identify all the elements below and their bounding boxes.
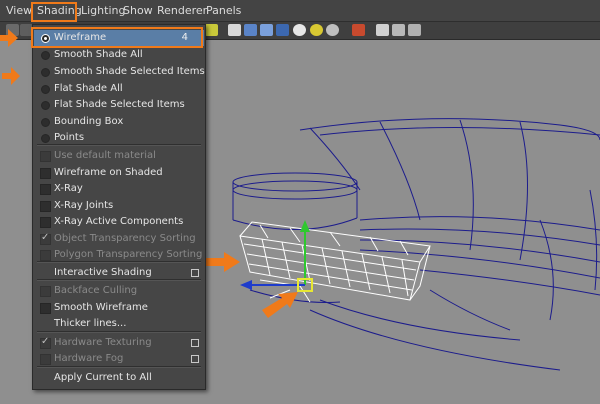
checkbox-indicator bbox=[40, 168, 51, 179]
menu-item-smooth-shade-selected[interactable]: Smooth Shade Selected Items bbox=[34, 64, 205, 80]
isolate-select-icon[interactable] bbox=[352, 24, 365, 36]
checkbox-indicator bbox=[40, 336, 51, 349]
checkbox-indicator bbox=[40, 286, 51, 297]
menu-renderer[interactable]: Renderer bbox=[157, 0, 207, 21]
menu-separator bbox=[37, 144, 201, 146]
bookmark-icon[interactable] bbox=[205, 24, 218, 36]
annotation-highlight-shading-menu bbox=[31, 2, 77, 22]
annotation-arrows-left bbox=[0, 29, 20, 85]
menu-item-smooth-wireframe[interactable]: Smooth Wireframe bbox=[34, 300, 204, 316]
radio-indicator bbox=[41, 118, 50, 127]
menu-item-use-default-material[interactable]: Use default material bbox=[34, 148, 204, 164]
xray-icon[interactable] bbox=[376, 24, 389, 36]
menu-separator bbox=[37, 261, 201, 263]
wireframe-on-shaded-icon[interactable] bbox=[260, 24, 273, 36]
menu-view[interactable]: View bbox=[6, 0, 32, 21]
radio-indicator bbox=[41, 51, 50, 60]
shading-dropdown-menu: Wireframe 4 Smooth Shade All Smooth Shad… bbox=[32, 24, 206, 390]
menu-panels[interactable]: Panels bbox=[206, 0, 241, 21]
smooth-shade-icon[interactable] bbox=[244, 24, 257, 36]
shadows-icon[interactable] bbox=[326, 24, 339, 36]
menu-item-xray-active-components[interactable]: X-Ray Active Components bbox=[34, 214, 204, 230]
default-material-icon[interactable] bbox=[276, 24, 289, 36]
menu-item-thicker-lines[interactable]: Thicker lines... bbox=[34, 316, 204, 332]
option-box-icon[interactable] bbox=[191, 339, 199, 347]
xray-joints-icon[interactable] bbox=[408, 24, 421, 36]
radio-indicator bbox=[41, 85, 50, 94]
xray-active-icon[interactable] bbox=[392, 24, 405, 36]
option-box-icon[interactable] bbox=[191, 269, 199, 277]
menu-separator bbox=[37, 331, 201, 333]
menu-item-xray-joints[interactable]: X-Ray Joints bbox=[34, 198, 204, 214]
checkbox-indicator bbox=[40, 232, 51, 245]
menu-show[interactable]: Show bbox=[123, 0, 153, 21]
menu-item-flat-shade-selected[interactable]: Flat Shade Selected Items bbox=[34, 97, 204, 113]
menu-item-flat-shade-all[interactable]: Flat Shade All bbox=[34, 81, 204, 97]
menu-lighting[interactable]: Lighting bbox=[81, 0, 125, 21]
menu-item-hardware-texturing[interactable]: Hardware Texturing bbox=[34, 335, 204, 351]
checkbox-indicator bbox=[40, 354, 51, 365]
wireframe-toggle-icon[interactable] bbox=[228, 24, 241, 36]
checkbox-indicator bbox=[40, 184, 51, 195]
option-box-icon[interactable] bbox=[191, 355, 199, 363]
radio-indicator bbox=[41, 134, 50, 143]
menu-item-wireframe-on-shaded[interactable]: Wireframe on Shaded bbox=[34, 165, 204, 181]
radio-indicator bbox=[41, 101, 50, 110]
menu-item-backface-culling[interactable]: Backface Culling bbox=[34, 283, 204, 299]
panel-menubar: View Shading Lighting Show Renderer Pane… bbox=[0, 0, 600, 22]
checkbox-indicator bbox=[40, 303, 51, 314]
annotation-highlight-wireframe bbox=[31, 27, 203, 48]
textured-icon[interactable] bbox=[293, 24, 306, 36]
menu-separator bbox=[37, 366, 201, 368]
menu-item-bounding-box[interactable]: Bounding Box bbox=[34, 114, 204, 130]
checkbox-indicator bbox=[40, 250, 51, 261]
menu-item-xray[interactable]: X-Ray bbox=[34, 181, 204, 197]
checkbox-indicator bbox=[40, 201, 51, 212]
menu-item-object-transparency-sorting[interactable]: Object Transparency Sorting bbox=[34, 231, 204, 247]
radio-indicator bbox=[41, 68, 50, 77]
checkbox-indicator bbox=[40, 151, 51, 162]
lights-icon[interactable] bbox=[310, 24, 323, 36]
checkbox-indicator bbox=[40, 217, 51, 228]
menu-item-smooth-shade-all[interactable]: Smooth Shade All bbox=[34, 47, 204, 63]
menu-item-apply-current-to-all[interactable]: Apply Current to All bbox=[34, 370, 204, 386]
menu-separator bbox=[37, 279, 201, 281]
menu-item-hardware-fog[interactable]: Hardware Fog bbox=[34, 351, 204, 367]
